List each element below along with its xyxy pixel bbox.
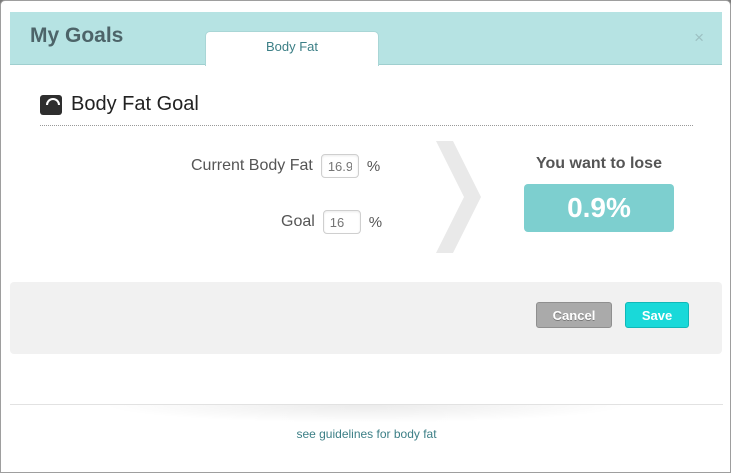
goal-unit: %: [368, 213, 383, 231]
current-body-fat-label: Current Body Fat: [191, 157, 313, 174]
current-body-fat-input[interactable]: [320, 154, 359, 178]
close-icon[interactable]: ×: [694, 28, 704, 48]
section-heading: Body Fat Goal: [40, 93, 199, 116]
guidelines-link[interactable]: see guidelines for body fat: [1, 427, 730, 441]
save-button[interactable]: Save: [625, 302, 689, 328]
bottom-shadow: [101, 405, 631, 423]
modal-header: My Goals Body Fat ×: [10, 12, 722, 66]
goal-label: Goal: [281, 213, 315, 230]
tab-body-fat[interactable]: Body Fat: [205, 31, 379, 66]
cancel-button[interactable]: Cancel: [536, 302, 612, 328]
current-body-fat-row: Current Body Fat %: [191, 154, 380, 178]
action-bar: Cancel Save: [10, 282, 722, 354]
section-divider: [40, 125, 693, 126]
scale-icon: [40, 94, 62, 115]
result-heading: You want to lose: [536, 155, 662, 172]
goal-input[interactable]: [322, 210, 361, 234]
goal-row: Goal %: [281, 210, 382, 234]
result-value: 0.9%: [524, 184, 674, 232]
modal-title: My Goals: [30, 24, 124, 47]
current-body-fat-unit: %: [366, 157, 381, 175]
section-title: Body Fat Goal: [71, 93, 199, 115]
goals-modal: My Goals Body Fat × Body Fat Goal Curren…: [0, 0, 731, 473]
chevron-right-icon: [436, 141, 481, 253]
